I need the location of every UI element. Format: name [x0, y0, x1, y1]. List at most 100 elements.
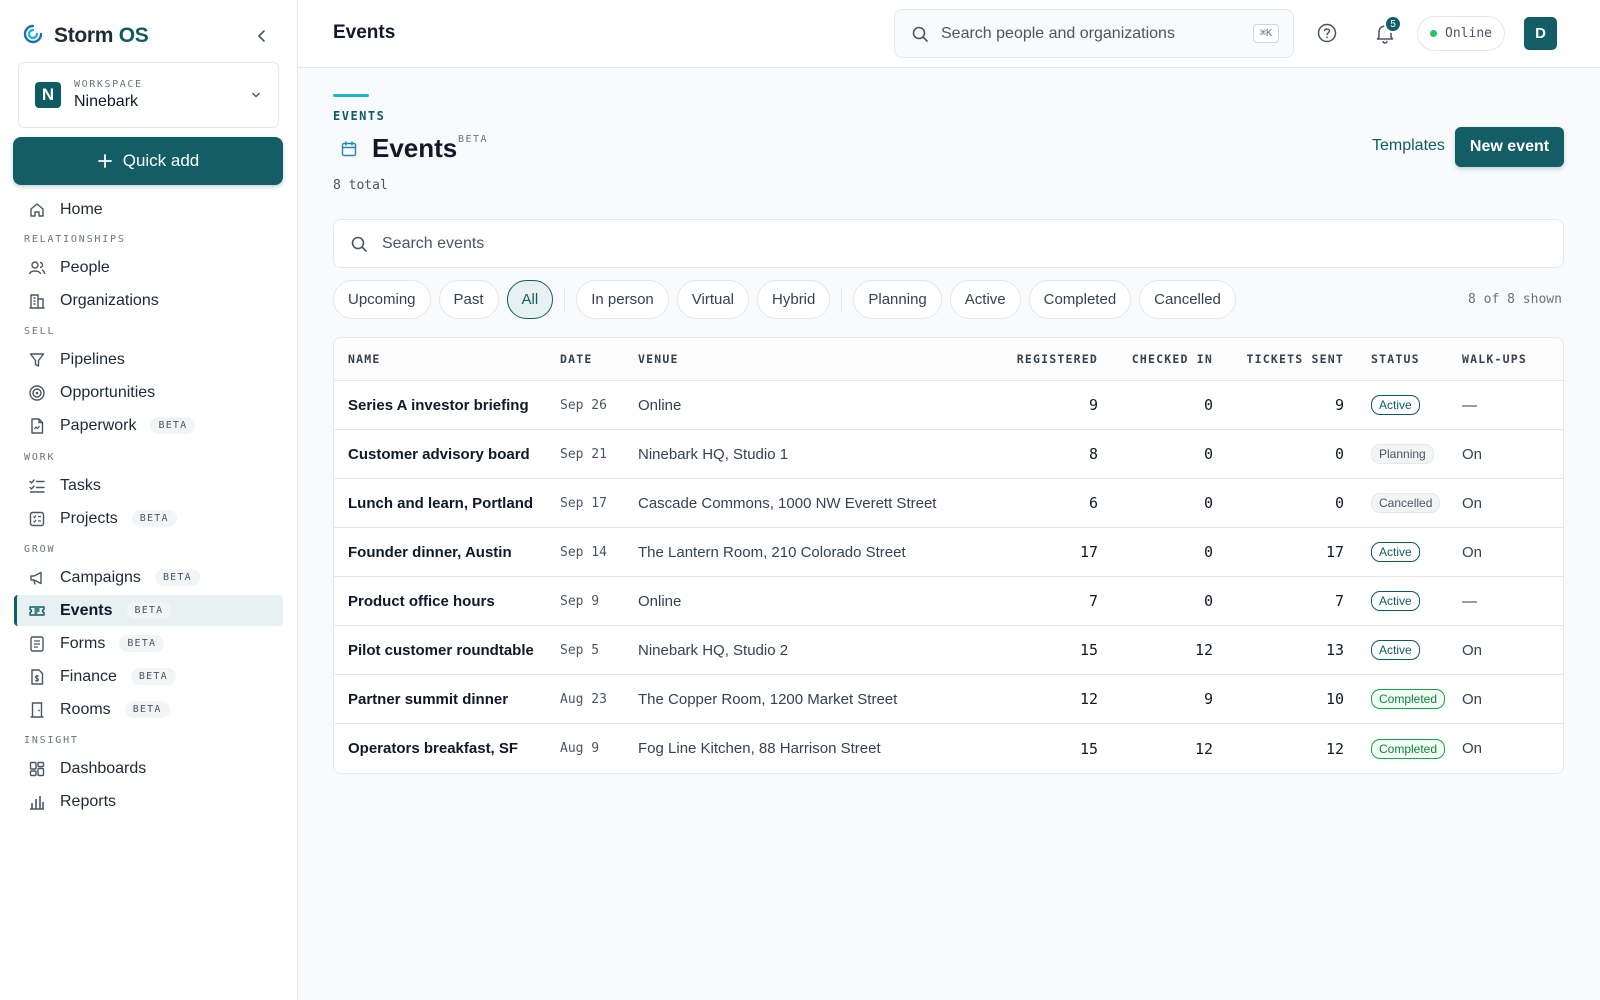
- filter-divider: [564, 287, 566, 312]
- project-board-icon: [28, 510, 46, 528]
- filter-chip-completed[interactable]: Completed: [1028, 280, 1132, 319]
- status-badge: Planning: [1371, 444, 1434, 464]
- table-row[interactable]: Product office hours Sep 9 Online 7 0 7 Active…: [334, 577, 1563, 626]
- cell-checked-in: 12: [1194, 641, 1213, 659]
- sidebar-item-opportunities[interactable]: Opportunities: [14, 377, 283, 408]
- filter-chip-upcoming[interactable]: Upcoming: [333, 280, 431, 319]
- table-row[interactable]: Partner summit dinner Aug 23 The Copper Ro…: [334, 675, 1563, 724]
- cell-checked-in: 9: [1203, 690, 1213, 708]
- table-row[interactable]: Lunch and learn, Portland Sep 17 Cascade C…: [334, 479, 1563, 528]
- column-header-venue[interactable]: VENUE: [638, 352, 968, 366]
- checklist-icon: [28, 477, 46, 495]
- collapse-sidebar-button[interactable]: [250, 24, 274, 48]
- column-header-checked-in[interactable]: CHECKED IN: [1098, 352, 1213, 366]
- filter-chip-cancelled[interactable]: Cancelled: [1139, 280, 1236, 319]
- cell-status: Cancelled: [1344, 493, 1462, 513]
- status-selector[interactable]: Online: [1417, 16, 1505, 51]
- status-badge: Active: [1371, 591, 1420, 611]
- ticket-icon: [28, 602, 46, 620]
- cell-checked-in: 0: [1203, 445, 1213, 463]
- column-header-registered[interactable]: REGISTERED: [968, 352, 1098, 366]
- column-header-name[interactable]: NAME: [334, 352, 560, 366]
- sidebar-item-events[interactable]: Events BETA: [14, 595, 283, 626]
- workspace-switcher[interactable]: N WORKSPACE Ninebark: [18, 62, 279, 128]
- sidebar-item-paperwork[interactable]: Paperwork BETA: [14, 410, 283, 441]
- sidebar-item-pipelines[interactable]: Pipelines: [14, 344, 283, 375]
- sidebar-item-organizations[interactable]: Organizations: [14, 285, 283, 316]
- column-header-tickets-sent[interactable]: TICKETS SENT: [1213, 352, 1344, 366]
- search-icon: [351, 236, 367, 252]
- document-icon: [28, 417, 46, 435]
- cell-venue: The Lantern Room, 210 Colorado Street: [638, 543, 906, 561]
- table-row[interactable]: Series A investor briefing Sep 26 Online 9 0…: [334, 381, 1563, 430]
- beta-badge: BETA: [126, 602, 172, 619]
- cell-venue: Ninebark HQ, Studio 1: [638, 445, 789, 463]
- global-search-input[interactable]: Search people and organizations ⌘K: [894, 9, 1294, 58]
- calendar-icon: [341, 140, 357, 156]
- cell-date: Sep 5: [560, 642, 600, 658]
- status-badge: Active: [1371, 542, 1420, 562]
- cell-walk-ups: —: [1462, 396, 1477, 414]
- cell-tickets-sent: 17: [1325, 543, 1344, 561]
- top-bar-title: Events: [333, 22, 396, 43]
- quick-add-button[interactable]: Quick add: [13, 137, 283, 185]
- cell-tickets-sent: 10: [1325, 690, 1344, 708]
- cell-name: Operators breakfast, SF: [348, 740, 519, 757]
- table-row[interactable]: Customer advisory board Sep 21 Ninebark HQ…: [334, 430, 1563, 479]
- sidebar-item-people[interactable]: People: [14, 252, 283, 283]
- cell-venue: Online: [638, 592, 682, 610]
- sidebar-item-campaigns[interactable]: Campaigns BETA: [14, 562, 283, 593]
- sidebar-item-forms[interactable]: Forms BETA: [14, 628, 283, 659]
- sidebar-item-tasks[interactable]: Tasks: [14, 470, 283, 501]
- sidebar-item-projects[interactable]: Projects BETA: [14, 503, 283, 534]
- cell-tickets-sent: 0: [1334, 445, 1344, 463]
- column-header-date[interactable]: DATE: [560, 352, 638, 366]
- dashboard-icon: [28, 760, 46, 778]
- event-search-input[interactable]: Search events: [333, 219, 1564, 268]
- filter-chip-active[interactable]: Active: [949, 280, 1021, 319]
- cell-walk-ups: On: [1462, 740, 1483, 757]
- sidebar-item-rooms[interactable]: Rooms BETA: [14, 694, 283, 725]
- status-badge: Completed: [1371, 738, 1446, 759]
- cell-status: Active: [1344, 640, 1462, 660]
- form-icon: [28, 635, 46, 653]
- table-row[interactable]: Operators breakfast, SF Aug 9 Fog Line Kit…: [334, 724, 1563, 773]
- global-search-placeholder: Search people and organizations: [941, 24, 1175, 42]
- filter-chip-past[interactable]: Past: [438, 280, 499, 319]
- workspace-name: Ninebark: [74, 93, 139, 110]
- cell-status: Completed: [1344, 738, 1462, 759]
- sidebar-item-reports[interactable]: Reports: [14, 786, 283, 817]
- cell-name: Customer advisory board: [348, 445, 530, 463]
- cell-checked-in: 0: [1203, 494, 1213, 512]
- brand[interactable]: Storm OS: [22, 22, 149, 50]
- column-header-walk-ups[interactable]: WALK-UPS: [1462, 352, 1562, 366]
- cell-walk-ups: On: [1462, 641, 1483, 659]
- beta-badge: BETA: [124, 701, 170, 718]
- new-event-button[interactable]: New event: [1455, 127, 1564, 167]
- bar-chart-icon: [28, 793, 46, 811]
- notification-count-badge: 5: [1384, 15, 1402, 33]
- sidebar-item-finance[interactable]: Finance BETA: [14, 661, 283, 692]
- column-header-status[interactable]: STATUS: [1344, 352, 1462, 366]
- storm-logo-icon: [22, 23, 44, 50]
- filter-chip-planning[interactable]: Planning: [853, 280, 942, 319]
- events-total-count: 8 total: [333, 178, 388, 193]
- cell-registered: 8: [1088, 445, 1098, 463]
- filter-chip-hybrid[interactable]: Hybrid: [757, 280, 831, 319]
- table-row[interactable]: Pilot customer roundtable Sep 5 Ninebark H…: [334, 626, 1563, 675]
- sidebar-item-home[interactable]: Home: [14, 194, 283, 225]
- cell-status: Active: [1344, 542, 1462, 562]
- online-status-dot: [1430, 30, 1438, 37]
- filter-chip-in-person[interactable]: In person: [576, 280, 669, 319]
- filter-chip-all[interactable]: All: [506, 280, 554, 319]
- user-avatar[interactable]: D: [1524, 17, 1557, 50]
- page-title-row: Events: [340, 133, 457, 164]
- templates-button[interactable]: Templates: [1372, 137, 1445, 155]
- help-button[interactable]: [1315, 21, 1339, 45]
- table-row[interactable]: Founder dinner, Austin Sep 14 The Lantern …: [334, 528, 1563, 577]
- section-label-relationships: RELATIONSHIPS: [24, 234, 126, 245]
- sidebar-item-dashboards[interactable]: Dashboards: [14, 753, 283, 784]
- filter-chip-virtual[interactable]: Virtual: [676, 280, 750, 319]
- filter-divider: [841, 287, 843, 312]
- cell-name: Pilot customer roundtable: [348, 641, 534, 659]
